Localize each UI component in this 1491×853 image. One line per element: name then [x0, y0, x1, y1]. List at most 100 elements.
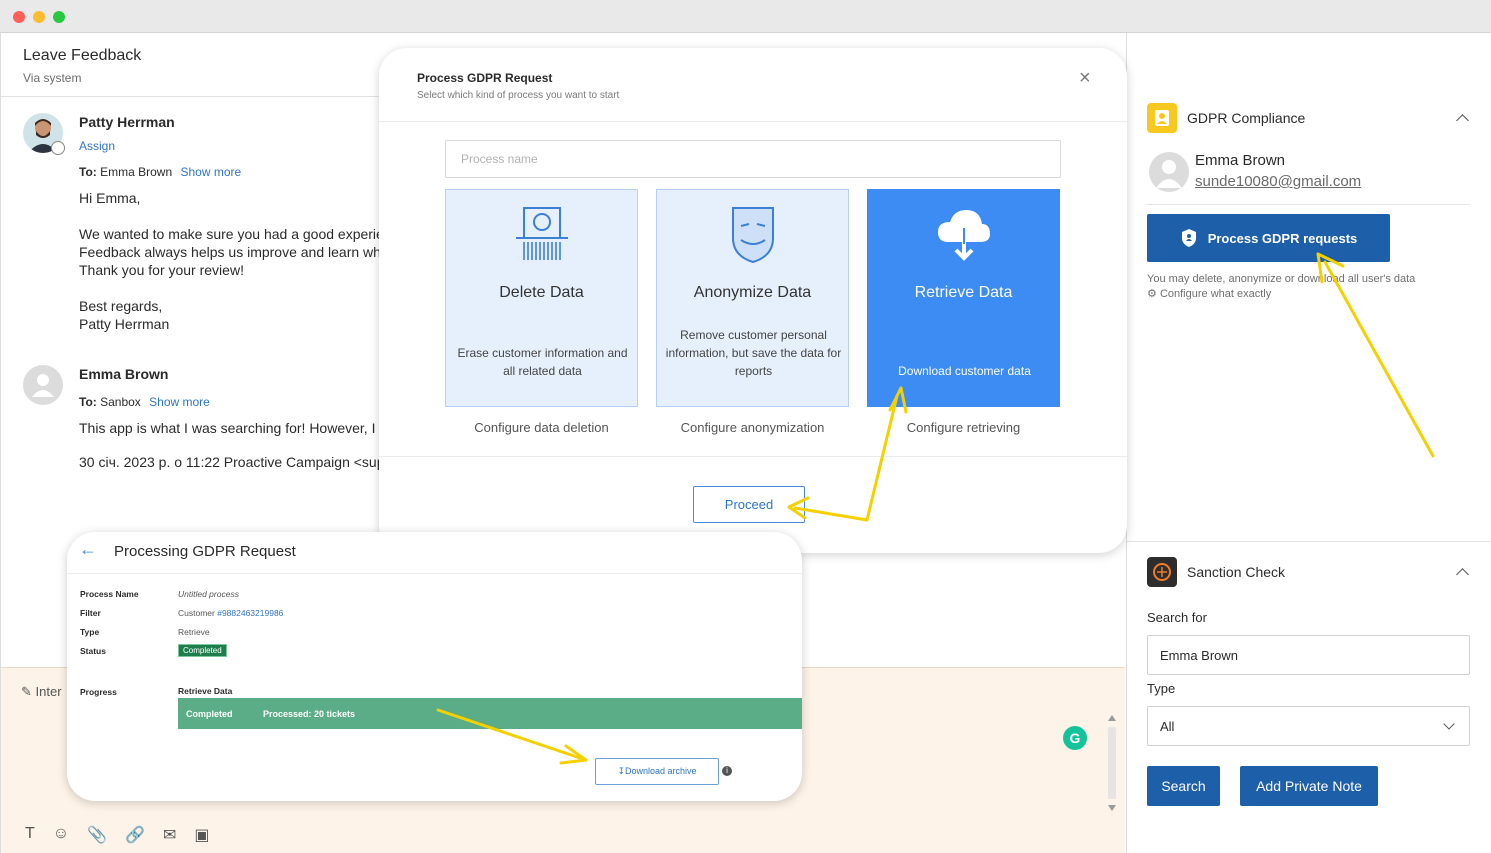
process-name-input[interactable]: Process name — [445, 140, 1061, 178]
download-icon: ↧ — [617, 766, 625, 776]
retrieve-data-card[interactable]: Retrieve Data Download customer data — [867, 189, 1060, 407]
processing-gdpr-panel: ← Processing GDPR Request Process Name U… — [67, 532, 802, 801]
search-for-value: Emma Brown — [1160, 647, 1239, 663]
scroll-down-icon[interactable] — [1108, 805, 1116, 811]
divider — [67, 573, 802, 574]
status-badge: Completed — [178, 644, 227, 657]
ticket-header: Leave Feedback Via system — [23, 47, 141, 85]
process-gdpr-label: Process GDPR requests — [1207, 230, 1358, 246]
maximize-window-button[interactable] — [53, 11, 65, 23]
modal-title: Process GDPR Request — [417, 71, 553, 85]
show-more-link[interactable]: Show more — [180, 165, 241, 179]
configure-label: Configure what exactly — [1159, 288, 1272, 300]
search-button[interactable]: Search — [1147, 766, 1220, 806]
configure-link[interactable]: ⚙ Configure what exactly — [1147, 287, 1415, 302]
message-line: Thank you for your review! — [79, 262, 244, 278]
back-arrow-icon[interactable]: ← — [79, 539, 97, 560]
scroll-up-icon[interactable] — [1108, 715, 1116, 721]
field-key: Progress — [80, 687, 117, 697]
assign-link[interactable]: Assign — [79, 137, 399, 155]
mail-icon[interactable]: ✉ — [163, 825, 176, 845]
gdpr-widget-title: GDPR Compliance — [1187, 110, 1306, 126]
show-more-link[interactable]: Show more — [149, 395, 210, 409]
composer-mode[interactable]: ✎ Inter — [21, 684, 62, 700]
anonymize-data-card[interactable]: Anonymize Data Remove customer personal … — [656, 189, 849, 407]
composer-scrollbar[interactable] — [1106, 713, 1120, 813]
ticket-subtitle: Via system — [23, 71, 82, 85]
divider — [379, 121, 1127, 122]
modal-subtitle: Select which kind of process you want to… — [417, 90, 620, 101]
configure-deletion-link[interactable]: Configure data deletion — [445, 420, 638, 435]
card-title: Anonymize Data — [693, 284, 812, 301]
configure-retrieving-link[interactable]: Configure retrieving — [867, 420, 1060, 435]
mask-icon — [732, 207, 774, 264]
close-icon[interactable]: × — [1079, 68, 1091, 88]
message-author: Emma Brown — [79, 366, 169, 382]
attachment-icon[interactable]: 📎 — [87, 825, 107, 845]
type-value: All — [1160, 718, 1175, 734]
message-body: Patty Herrman Assign To: Emma Brown Show… — [79, 113, 399, 333]
sanction-widget-header[interactable]: Sanction Check — [1147, 557, 1285, 587]
search-for-input[interactable]: Emma Brown — [1147, 635, 1470, 675]
sanction-widget-title: Sanction Check — [1187, 564, 1286, 580]
progress-label: Retrieve Data — [178, 686, 233, 696]
note-icon: ✎ — [21, 684, 32, 699]
progress-status: Completed — [186, 708, 233, 719]
message-line: Hi Emma, — [79, 190, 141, 206]
gdpr-widget-header[interactable]: GDPR Compliance — [1147, 103, 1305, 133]
divider — [1127, 541, 1491, 542]
message-recipient: To: Emma Brown Show more — [79, 163, 399, 181]
barcode-face-icon — [516, 207, 568, 260]
message-recipient: To: Sanbox Show more — [79, 393, 399, 411]
link-icon[interactable]: 🔗 — [125, 825, 145, 845]
message-line: 30 січ. 2023 р. о 11:22 Proactive Campai… — [79, 454, 385, 470]
close-window-button[interactable] — [13, 11, 25, 23]
message-author: Patty Herrman — [79, 114, 175, 130]
download-label: Download archive — [625, 766, 697, 776]
proceed-button[interactable]: Proceed — [693, 486, 805, 523]
card-description: Remove customer personal information, bu… — [665, 328, 842, 378]
collapse-chevron-icon[interactable] — [1456, 568, 1469, 581]
configure-anonymization-link[interactable]: Configure anonymization — [656, 420, 849, 435]
info-icon[interactable]: i — [722, 766, 732, 776]
message-line: We wanted to make sure you had a good ex… — [79, 226, 384, 242]
minimize-window-button[interactable] — [33, 11, 45, 23]
filter-value: Customer — [178, 608, 215, 618]
process-gdpr-button[interactable]: Process GDPR requests — [1147, 214, 1390, 262]
field-value: Untitled process — [178, 589, 239, 599]
search-for-label: Search for — [1147, 610, 1207, 625]
message-line: Best regards, — [79, 298, 163, 314]
text-format-icon[interactable]: T — [25, 825, 35, 845]
progress-count: Processed: 20 tickets — [263, 708, 356, 719]
scroll-thumb[interactable] — [1108, 727, 1116, 799]
download-archive-button[interactable]: ↧Download archive — [595, 758, 719, 785]
delete-data-card[interactable]: Delete Data Erase customer information a… — [445, 189, 638, 407]
field-key: Type — [80, 627, 100, 637]
card-title: Retrieve Data — [914, 284, 1013, 301]
collapse-chevron-icon[interactable] — [1456, 114, 1469, 127]
grammarly-icon[interactable]: G — [1063, 726, 1087, 750]
gdpr-note: You may delete, anonymize or download al… — [1147, 272, 1415, 302]
process-gdpr-modal: Process GDPR Request Select which kind o… — [379, 48, 1127, 553]
window-titlebar — [0, 0, 1491, 33]
message-line: Patty Herrman — [79, 316, 170, 332]
user-email[interactable]: sunde10080@gmail.com — [1195, 173, 1361, 190]
sanction-app-icon — [1147, 557, 1177, 587]
chevron-down-icon — [1443, 718, 1455, 730]
card-description: Download customer data — [898, 364, 1031, 378]
composer-mode-label: Inter — [35, 684, 62, 699]
add-private-note-button[interactable]: Add Private Note — [1240, 766, 1378, 806]
emoji-icon[interactable]: ☺ — [53, 825, 69, 845]
to-prefix: To: — [79, 165, 97, 179]
ticket-title: Leave Feedback — [23, 47, 142, 64]
composer-toolbar: T ☺ 📎 🔗 ✉ ▣ — [25, 825, 210, 845]
divider — [379, 456, 1127, 457]
customer-id-link[interactable]: #9882463219986 — [217, 608, 283, 618]
cloud-download-icon — [938, 210, 990, 261]
gdpr-app-icon — [1147, 103, 1177, 133]
field-key: Filter — [80, 608, 101, 618]
type-select[interactable]: All — [1147, 706, 1470, 746]
chat-icon[interactable]: ▣ — [194, 825, 209, 845]
user-name: Emma Brown — [1195, 152, 1286, 169]
shield-icon — [1181, 229, 1196, 247]
